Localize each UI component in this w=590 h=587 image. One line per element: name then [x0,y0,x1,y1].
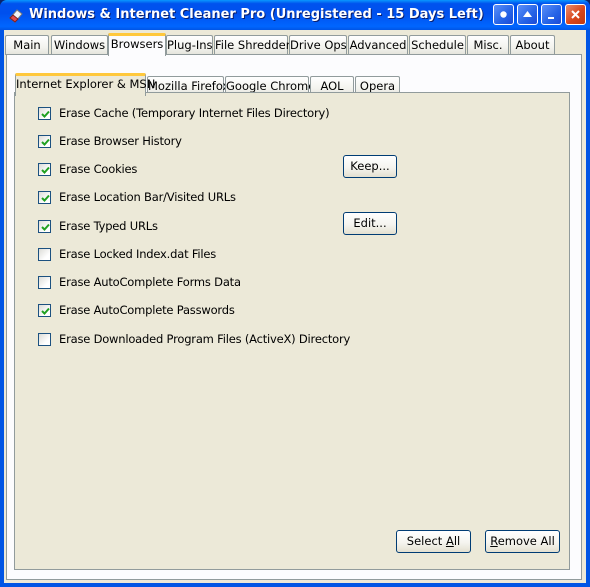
remove-all-button[interactable]: Remove All [485,530,560,553]
tab-about[interactable]: About [510,35,555,55]
option-label: Erase Cookies [59,162,138,176]
select-all-button[interactable]: Select All [396,530,471,553]
checkbox[interactable] [38,162,51,176]
option-erase-locked-index-dat[interactable]: Erase Locked Index.dat Files [38,246,216,262]
option-erase-autocomplete-passwords[interactable]: Erase AutoComplete Passwords [38,302,235,318]
option-erase-typed-urls[interactable]: Erase Typed URLs [38,218,158,234]
option-label: Erase Cache (Temporary Internet Files Di… [59,106,330,120]
option-label: Erase Downloaded Program Files (ActiveX)… [59,332,351,346]
checkbox[interactable] [38,303,51,317]
tab-browsers[interactable]: Browsers [108,33,166,56]
close-icon [571,10,580,19]
app-window: Windows & Internet Cleaner Pro (Unregist… [0,0,590,587]
option-label: Erase Locked Index.dat Files [59,247,217,261]
option-label: Erase Location Bar/Visited URLs [59,190,236,204]
checkmark-icon [41,138,50,146]
checkbox[interactable] [38,219,51,233]
checkbox[interactable] [38,190,51,204]
checkbox[interactable] [38,134,51,148]
option-label: Erase Typed URLs [59,219,158,233]
checkmark-icon [41,307,50,315]
window-title: Windows & Internet Cleaner Pro (Unregist… [29,7,484,22]
option-label: Erase AutoComplete Passwords [59,303,235,317]
help-icon [500,11,507,18]
eraser-icon [9,9,23,23]
select-all-accelerator: A [445,534,454,548]
minimize-icon [523,11,532,17]
option-erase-downloaded-program-files[interactable]: Erase Downloaded Program Files (ActiveX)… [38,331,350,347]
option-erase-autocomplete-forms[interactable]: Erase AutoComplete Forms Data [38,274,241,290]
keep-button[interactable]: Keep... [343,155,397,178]
tab-file-shredder[interactable]: File Shredder [214,35,290,55]
checkmark-icon [41,194,50,202]
tab-windows[interactable]: Windows [51,35,108,55]
remove-all-accelerator: R [490,534,498,548]
option-erase-history[interactable]: Erase Browser History [38,133,182,149]
title-bar[interactable]: Windows & Internet Cleaner Pro (Unregist… [0,0,590,30]
select-all-label-start: Select [406,534,446,548]
option-erase-location-bar[interactable]: Erase Location Bar/Visited URLs [38,189,236,205]
help-button[interactable] [493,4,514,25]
tab-misc[interactable]: Misc. [467,35,509,55]
edit-button[interactable]: Edit... [343,212,397,235]
tab-advanced[interactable]: Advanced [348,35,408,55]
restore-button[interactable] [541,4,562,25]
select-all-label-end: ll [453,534,461,548]
checkbox[interactable] [38,275,51,289]
checkmark-icon [41,166,50,174]
client-area: Main Windows Browsers Plug-Ins File Shre… [4,30,586,583]
restore-icon [548,17,554,19]
tab-schedule[interactable]: Schedule [409,35,466,55]
ie-options-panel: Erase Cache (Temporary Internet Files Di… [14,92,570,570]
checkmark-icon [41,223,50,231]
option-erase-cache[interactable]: Erase Cache (Temporary Internet Files Di… [38,105,330,121]
close-button[interactable] [565,4,586,25]
tab-main[interactable]: Main [5,35,49,55]
option-label: Erase Browser History [59,134,182,148]
option-erase-cookies[interactable]: Erase Cookies [38,161,137,177]
tab-internet-explorer[interactable]: Internet Explorer & MSN [15,73,155,96]
checkbox[interactable] [38,247,51,261]
checkmark-icon [41,110,50,118]
checkbox[interactable] [38,106,51,120]
tab-plug-ins[interactable]: Plug-Ins [166,35,213,55]
main-tab-bar: Main Windows Browsers Plug-Ins File Shre… [4,33,586,56]
checkbox[interactable] [38,332,51,346]
option-label: Erase AutoComplete Forms Data [59,275,241,289]
remove-all-label-end: emove All [497,534,555,548]
minimize-button[interactable] [517,4,538,25]
tab-drive-ops[interactable]: Drive Ops [289,35,347,55]
